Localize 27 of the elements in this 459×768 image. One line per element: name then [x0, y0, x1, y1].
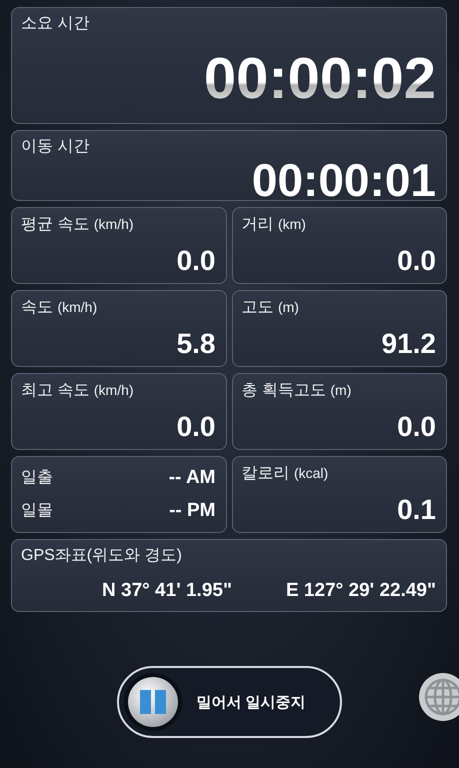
stat-label: GPS좌표(위도와 경도)	[21, 546, 183, 566]
stat-label: 고도 (m)	[242, 298, 300, 318]
globe-icon[interactable]	[418, 672, 459, 722]
stat-value: 91.2	[382, 328, 436, 360]
stat-value: -- AM	[168, 466, 216, 489]
stat-value: -- PM	[169, 500, 216, 522]
time-value: 00:00:01	[252, 157, 436, 203]
pause-slider[interactable]: 밀어서 일시중지	[116, 666, 342, 738]
stat-label: 거리 (km)	[242, 215, 307, 235]
pause-icon[interactable]	[122, 672, 182, 732]
stat-label: 일몰	[21, 501, 53, 522]
stat-label: 평균 속도 (km/h)	[21, 215, 135, 235]
stat-value: 0.0	[397, 411, 436, 443]
longitude-value: E 127° 29' 22.49"	[286, 580, 436, 602]
latitude-value: N 37° 41' 1.95"	[102, 580, 232, 602]
stat-label: 칼로리 (kcal)	[242, 464, 330, 484]
stat-label: 이동 시간	[21, 137, 90, 157]
stat-value: 0.1	[397, 494, 436, 526]
stat-value: 0.0	[176, 245, 216, 277]
stat-value: 0.0	[397, 245, 436, 277]
stat-label: 속도 (km/h)	[21, 298, 98, 318]
stat-label: 최고 속도 (km/h)	[21, 381, 135, 401]
stat-value: 5.8	[176, 328, 216, 360]
stat-value: 0.0	[176, 411, 216, 443]
stat-label: 일출	[21, 468, 53, 488]
stat-label: 소요 시간	[21, 14, 90, 34]
stat-label: 총 획득고도 (m)	[242, 381, 352, 401]
